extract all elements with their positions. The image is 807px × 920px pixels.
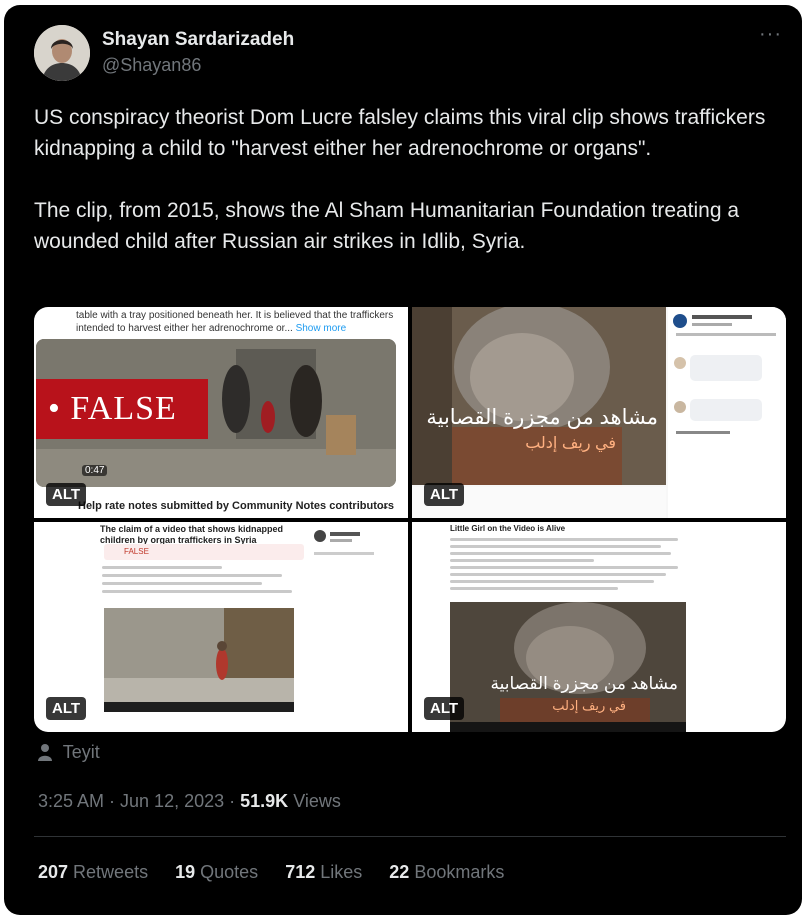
article-text-lines: [450, 538, 690, 594]
timestamp[interactable]: 3:25 AM · Jun 12, 2023 ·: [38, 791, 240, 811]
video-frame: [104, 608, 294, 712]
tweet-text: US conspiracy theorist Dom Lucre falsley…: [34, 102, 774, 257]
show-more-link: Show more: [295, 323, 347, 334]
more-options-icon[interactable]: ···: [759, 23, 782, 46]
author-handle[interactable]: @Shayan86: [102, 55, 201, 76]
author-box: [312, 528, 392, 568]
retweets-count: 207: [38, 862, 69, 882]
avatar-image: [34, 25, 90, 81]
media-image-4[interactable]: Little Girl on the Video is Alive مشاهد …: [412, 522, 786, 732]
media-grid: table with a tray positioned beneath her…: [34, 307, 786, 732]
likes-label: Likes: [315, 862, 363, 882]
arabic-caption-line-2: في ريف إدلب: [525, 435, 616, 452]
engagement-stats: 207 Retweets 19 Quotes 712 Likes 22 Book…: [38, 862, 526, 883]
article-text-lines: [102, 566, 302, 598]
alt-badge[interactable]: ALT: [424, 697, 465, 720]
quotes-stat[interactable]: 19 Quotes: [175, 862, 258, 882]
tweet-paragraph-2: The clip, from 2015, shows the Al Sham H…: [34, 199, 740, 253]
screenshot-caption: table with a tray positioned beneath her…: [76, 309, 396, 335]
article-title: The claim of a video that shows kidnappe…: [100, 524, 284, 545]
location-tag[interactable]: Teyit: [38, 742, 100, 763]
author-box-preview: [314, 530, 374, 555]
media-image-2[interactable]: مشاهد من مجزرة القصابية في ريف إدلب ALT: [412, 307, 786, 518]
quotes-label: Quotes: [195, 862, 259, 882]
video-duration: 0:47: [82, 465, 108, 476]
divider: [34, 836, 786, 837]
arrow-right-icon: →: [379, 500, 390, 512]
arabic-caption-line-2: في ريف إدلب: [552, 698, 626, 713]
retweets-label: Retweets: [68, 862, 149, 882]
person-icon: [38, 744, 52, 761]
arabic-caption-line-1: مشاهد من مجزرة القصابية: [490, 674, 678, 693]
media-image-3[interactable]: The claim of a video that shows kidnappe…: [34, 522, 408, 732]
comments-preview: [673, 314, 776, 434]
likes-stat[interactable]: 712 Likes: [285, 862, 362, 882]
video-frame: مشاهد من مجزرة القصابية في ريف إدلب: [450, 602, 686, 732]
views-count: 51.9K: [240, 791, 289, 811]
alt-badge[interactable]: ALT: [46, 697, 87, 720]
comments-panel: [668, 307, 786, 518]
avatar[interactable]: [34, 25, 90, 81]
location-label: Teyit: [62, 742, 100, 762]
article-title: Little Girl on the Video is Alive: [450, 524, 566, 533]
tweet-paragraph-1: US conspiracy theorist Dom Lucre falsley…: [34, 106, 766, 160]
video-still: [412, 307, 666, 485]
false-label: • FALSE: [36, 379, 208, 439]
alt-badge[interactable]: ALT: [46, 483, 87, 506]
false-rating-badge: FALSE: [104, 544, 304, 560]
retweets-stat[interactable]: 207 Retweets: [38, 862, 148, 882]
likes-count: 712: [285, 862, 316, 882]
community-notes-bar: Help rate notes submitted by Community N…: [78, 495, 396, 517]
arabic-caption-line-1: مشاهد من مجزرة القصابية: [426, 406, 658, 429]
media-image-1[interactable]: table with a tray positioned beneath her…: [34, 307, 408, 518]
video-frame: مشاهد من مجزرة القصابية في ريف إدلب: [412, 307, 666, 485]
author-name[interactable]: Shayan Sardarizadeh: [102, 29, 294, 51]
bookmarks-stat[interactable]: 22 Bookmarks: [389, 862, 504, 882]
bookmarks-count: 22: [389, 862, 410, 882]
bookmarks-label: Bookmarks: [409, 862, 505, 882]
community-notes-text: Help rate notes submitted by Community N…: [78, 500, 394, 512]
quotes-count: 19: [175, 862, 196, 882]
video-still: [104, 608, 294, 712]
tweet-card: Shayan Sardarizadeh @Shayan86 ··· US con…: [4, 5, 802, 915]
alt-badge[interactable]: ALT: [424, 483, 465, 506]
views-label: Views: [293, 791, 341, 811]
tweet-meta: 3:25 AM · Jun 12, 2023 · 51.9K Views: [38, 791, 341, 812]
